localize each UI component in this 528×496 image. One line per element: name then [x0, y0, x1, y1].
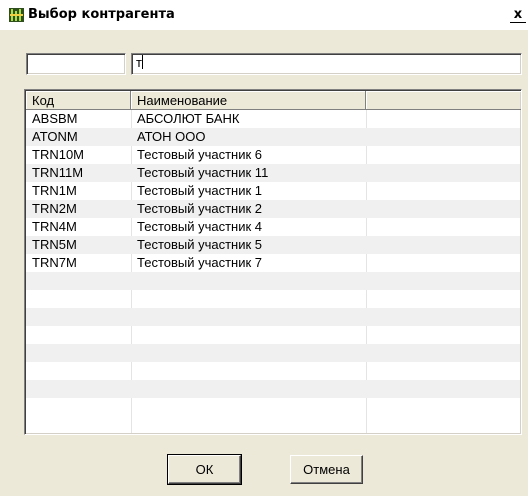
list-item-code: TRN10M [32, 147, 85, 162]
text-caret [141, 55, 143, 69]
ok-button[interactable]: ОК [167, 454, 242, 485]
list-item-name: Тестовый участник 11 [137, 165, 269, 180]
list-item-code: ABSBM [32, 111, 78, 126]
list-item-empty [26, 398, 520, 416]
code-filter-input[interactable] [26, 53, 126, 75]
list-item-name: АТОН ООО [137, 129, 206, 144]
list-item-empty [26, 380, 520, 398]
list-item[interactable]: TRN2M Тестовый участник 2 [26, 200, 520, 218]
list-item[interactable]: TRN4M Тестовый участник 4 [26, 218, 520, 236]
list-item-empty [26, 308, 520, 326]
list-item-name: Тестовый участник 6 [137, 147, 263, 162]
list-item-code: ATONM [32, 129, 78, 144]
list-item[interactable]: TRN7M Тестовый участник 7 [26, 254, 520, 272]
title-bar[interactable]: Выбор контрагента x [0, 0, 528, 30]
list-item-code: TRN7M [32, 255, 77, 270]
cancel-button[interactable]: Отмена [290, 455, 363, 484]
list-item-name: Тестовый участник 7 [137, 255, 263, 270]
name-filter-input[interactable]: т [131, 53, 522, 75]
list-item[interactable]: TRN1M Тестовый участник 1 [26, 182, 520, 200]
list-item-code: TRN5M [32, 237, 77, 252]
list-item-code: TRN4M [32, 219, 77, 234]
list-header: Код Наименование [26, 91, 521, 110]
list-item-code: TRN1M [32, 183, 77, 198]
close-button[interactable]: x [510, 8, 526, 23]
list-item-name: Тестовый участник 1 [137, 183, 263, 198]
list-item-name: Тестовый участник 4 [137, 219, 263, 234]
app-icon [9, 8, 24, 22]
list-item-name: Тестовый участник 2 [137, 201, 263, 216]
list-item-empty [26, 272, 520, 290]
list-item[interactable]: TRN5M Тестовый участник 5 [26, 236, 520, 254]
list-item[interactable]: ATONM АТОН ООО [26, 128, 520, 146]
list-item-code: TRN2M [32, 201, 77, 216]
window-title: Выбор контрагента [28, 7, 175, 22]
column-header-code[interactable]: Код [26, 91, 131, 110]
list-item[interactable]: TRN11M Тестовый участник 11 [26, 164, 520, 182]
list-item[interactable]: TRN10M Тестовый участник 6 [26, 146, 520, 164]
list-item-empty [26, 344, 520, 362]
counterparty-list[interactable]: Код Наименование ABSBM АБСОЛЮТ БАНК ATONM А… [24, 89, 522, 435]
list-item-empty [26, 326, 520, 344]
list-item-empty [26, 362, 520, 380]
list-item-name: Тестовый участник 5 [137, 237, 263, 252]
column-header-name[interactable]: Наименование [131, 91, 366, 110]
list-item-empty [26, 290, 520, 308]
list-body: ABSBM АБСОЛЮТ БАНК ATONM АТОН ООО TRN10M Тест… [26, 110, 520, 433]
column-header-empty[interactable] [366, 91, 521, 110]
dialog-window: Выбор контрагента x т Код Наименование A… [0, 0, 528, 496]
list-item-code: TRN11M [32, 165, 84, 180]
list-item-name: АБСОЛЮТ БАНК [137, 111, 240, 126]
list-item[interactable]: ABSBM АБСОЛЮТ БАНК [26, 110, 520, 128]
